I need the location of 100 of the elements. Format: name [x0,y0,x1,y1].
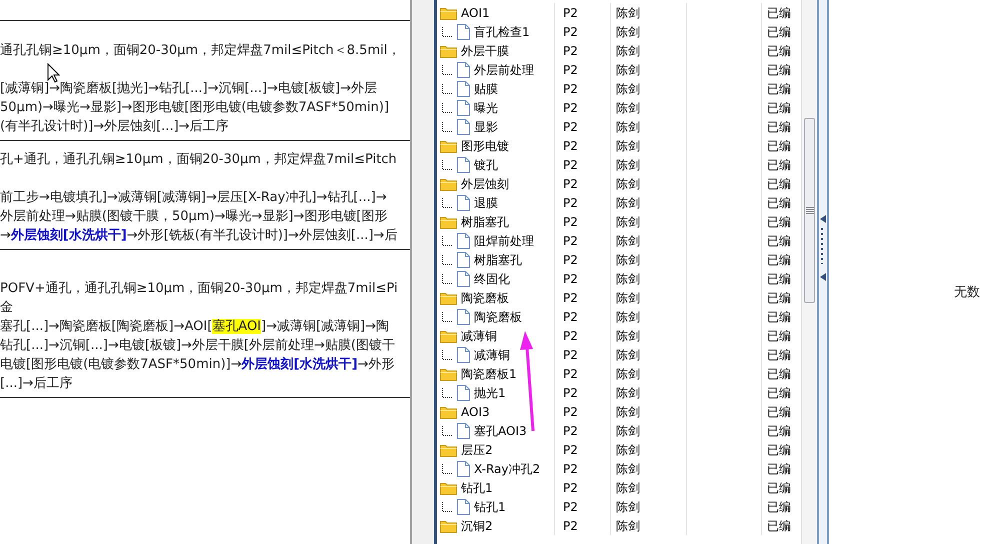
tree-item[interactable]: AOI1 [461,4,490,22]
table-cell-text: P2 [563,498,578,516]
table-cell-text: P2 [563,232,578,250]
table-cell-text: 已编 [767,518,791,534]
tree-item[interactable]: 阻焊前处理 [474,232,534,250]
tree-item[interactable]: 塞孔AOI3 [474,422,527,440]
tree-item[interactable]: 抛光1 [474,384,506,402]
table-cell-text: P2 [563,404,578,420]
document-icon [457,232,470,248]
table-cell-text: 陈剑 [616,290,640,306]
table-cell-text: 陈剑 [616,270,640,288]
tree-item[interactable]: 终固化 [474,270,510,288]
tree-item[interactable]: 陶瓷磨板1 [461,364,517,382]
table-cell-text: 已编 [767,422,791,440]
tree-connector [442,350,453,360]
table-cell-text: 陈剑 [616,308,640,326]
table-cell-text: P2 [563,270,578,288]
document-icon [457,384,470,400]
document-icon [457,308,470,324]
scrollbar-thumb[interactable] [804,118,815,303]
tree-connector [442,84,453,94]
tree-item[interactable]: 退膜 [474,194,498,212]
tree-item[interactable]: 显影 [474,118,498,136]
text-line: 塞孔[...]→陶瓷磨板[陶瓷磨板]→AOI[塞孔AOI]→减薄铜[减薄铜]→陶 [0,318,390,336]
text-line: 孔+通孔，通孔孔铜≥10μm，面铜20-30μm，邦定焊盘7mil≤Pitch [0,151,397,169]
table-cell-text: 已编 [767,42,791,60]
tree-item[interactable]: 镀孔 [474,156,498,174]
tree-connector [442,160,453,170]
text-line: 前工步→电镀填孔]→减薄铜[减薄铜]→层压[X-Ray冲孔]→钻孔[...]→ [0,189,387,207]
tree-item[interactable]: 陶瓷磨板 [474,308,522,326]
table-cell-text: P2 [563,42,578,60]
scrollbar-track[interactable] [801,0,817,544]
text-line: 电镀[图形电镀(电镀参数7ASF*50min)]→外层蚀刻[水洗烘干]→外形 [0,356,394,374]
table-cell-text: P2 [563,100,578,116]
table-cell-text: 已编 [767,366,791,382]
table-cell-text: 已编 [767,442,791,458]
table-cell-text: 陈剑 [616,100,640,116]
document-icon [457,100,470,116]
tree-item[interactable]: AOI3 [461,402,490,420]
document-icon [457,24,470,40]
tree-item[interactable]: 层压2 [461,440,493,458]
table-cell-text: 已编 [767,404,791,420]
table-cell-text: P2 [563,422,578,440]
table-cell-text: 已编 [767,24,791,40]
table-cell-text: 陈剑 [616,214,640,230]
table-cell-text: 已编 [767,80,791,98]
tree-item[interactable]: 钻孔1 [461,478,493,496]
table-cell-text: 陈剑 [616,498,640,516]
tree-item[interactable]: X-Ray冲孔2 [474,460,540,478]
tree-connector [442,426,453,436]
tree-item[interactable]: 盲孔检查1 [474,22,530,40]
tree-item[interactable]: 外层前处理 [474,60,534,78]
document-icon [457,346,470,362]
table-cell-text: P2 [563,480,578,496]
table-cell-text: 已编 [767,308,791,326]
tree-item[interactable]: 陶瓷磨板 [461,288,509,306]
tree-connector [442,122,453,132]
tree-item[interactable]: 钻孔1 [474,498,506,516]
table-cell-text: 已编 [767,156,791,174]
table-cell-text: 陈剑 [616,232,640,250]
tree-item[interactable]: 树脂塞孔 [474,250,522,268]
table-cell-text: P2 [563,328,578,344]
empty-message: 无数 [954,284,980,302]
table-cell-text: 陈剑 [616,384,640,402]
tree-item[interactable]: 外层蚀刻 [461,174,509,192]
text-line: 金 [0,299,13,317]
tree-item[interactable]: 沉铜2 [461,516,493,534]
table-cell-text: 陈剑 [616,80,640,98]
collapse-left-icon[interactable] [820,215,826,223]
text-line: (有半孔设计时)]→外层蚀刻[...]→后工序 [0,118,229,136]
table-cell-text: 已编 [767,62,791,78]
document-icon [457,80,470,96]
table-cell-text: P2 [563,80,578,98]
folder-icon [440,518,457,532]
folder-icon [440,176,457,190]
document-icon [457,460,470,476]
tree-connector [442,198,453,208]
table-cell-text: 已编 [767,176,791,192]
table-cell-text: P2 [563,138,578,154]
tree-item[interactable]: 外层干膜 [461,42,509,60]
table-cell-text: P2 [563,194,578,212]
tree-item[interactable]: 贴膜 [474,80,498,98]
tree-item[interactable]: 树脂塞孔 [461,212,509,230]
text-line: 通孔孔铜≥10μm，面铜20-30μm，邦定焊盘7mil≤Pitch＜8.5mil， [0,42,400,60]
tree-item[interactable]: 减薄铜 [461,326,497,344]
table-cell-text: 陈剑 [616,328,640,344]
tree-connector [442,254,453,264]
folder-icon [440,404,457,418]
tree-item[interactable]: 减薄铜 [474,346,510,364]
document-icon [457,118,470,134]
tree-connector [442,312,453,322]
tree-item[interactable]: 曝光 [474,98,498,116]
text-line: →外层蚀刻[水洗烘干]→外形[铣板(有半孔设计时)]→外层蚀刻[...]→后 [0,226,398,245]
document-icon [457,422,470,438]
folder-icon [440,290,457,304]
tree-item[interactable]: 图形电镀 [461,136,509,154]
folder-icon [440,442,457,456]
table-cell-text: P2 [563,214,578,230]
collapse-left-icon[interactable] [820,273,826,281]
table-cell-text: 已编 [767,232,791,250]
